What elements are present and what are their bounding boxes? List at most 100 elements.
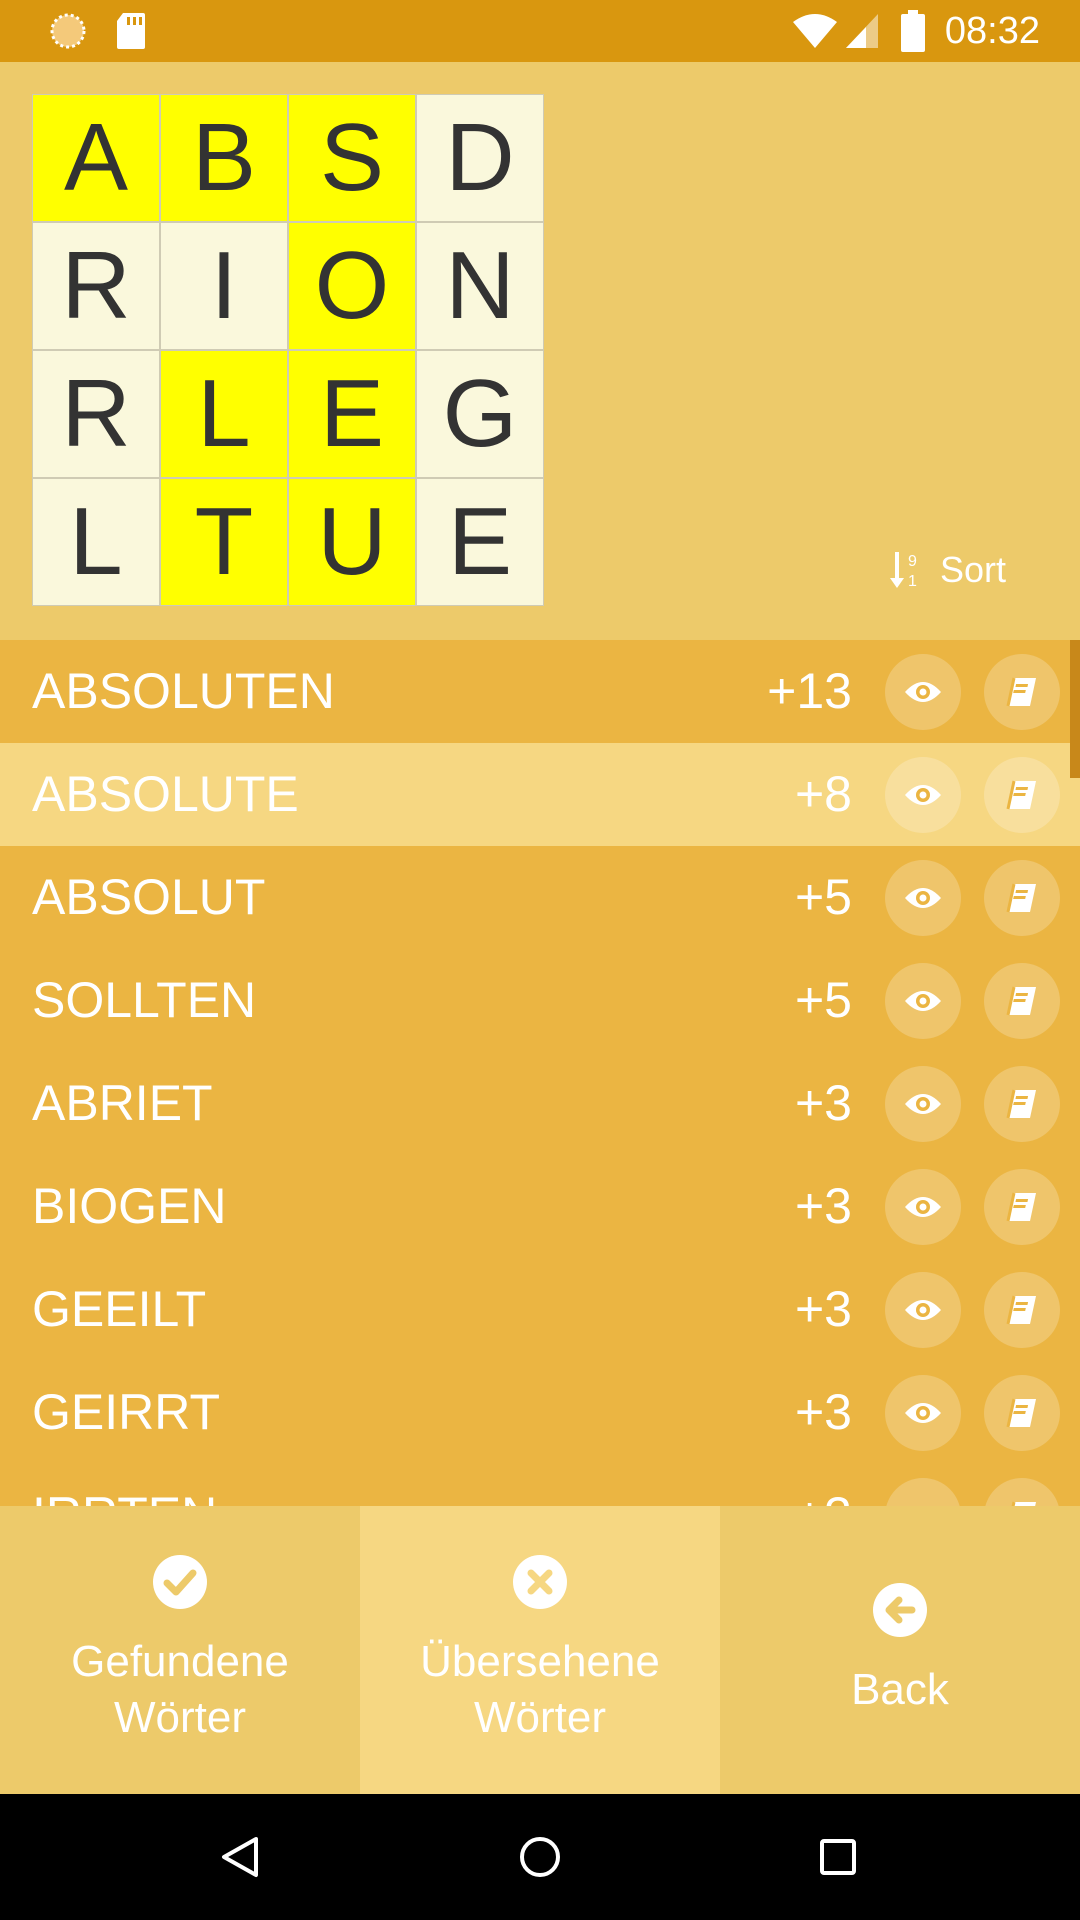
dictionary-button[interactable] <box>984 1272 1060 1348</box>
book-icon <box>1005 1293 1039 1327</box>
word-text: BIOGEN <box>32 1178 227 1234</box>
board-area: ABSDRIONRLEGLTUE 9 1 Sort <box>0 62 1080 640</box>
show-path-button[interactable] <box>885 1169 961 1245</box>
svg-text:1: 1 <box>908 573 917 590</box>
dictionary-button[interactable] <box>984 654 1060 730</box>
word-score: +3 <box>795 1464 852 1506</box>
eye-icon <box>903 1399 943 1427</box>
book-icon <box>1005 675 1039 709</box>
grid-cell: R <box>32 222 160 350</box>
word-text: GEIRRT <box>32 1384 220 1440</box>
word-text: SOLLTEN <box>32 972 257 1028</box>
signal-icon <box>842 0 882 62</box>
tab-found-label: Gefundene Wörter <box>71 1637 289 1742</box>
word-text: ABSOLUTEN <box>32 663 335 719</box>
square-recents-icon <box>820 1839 856 1875</box>
grid-cell: G <box>416 350 544 478</box>
show-path-button[interactable] <box>885 1272 961 1348</box>
dictionary-button[interactable] <box>984 963 1060 1039</box>
word-row[interactable]: IRRTEN +3 <box>0 1464 1080 1506</box>
circle-home-icon <box>520 1837 560 1877</box>
book-icon <box>1005 881 1039 915</box>
eye-icon <box>903 1296 943 1324</box>
grid-cell: E <box>416 478 544 606</box>
word-row[interactable]: ABSOLUTE +8 <box>0 743 1080 846</box>
nav-back-button[interactable] <box>180 1794 300 1920</box>
word-row[interactable]: BIOGEN +3 <box>0 1155 1080 1258</box>
show-path-button[interactable] <box>885 1375 961 1451</box>
word-text: IRRTEN <box>32 1464 217 1506</box>
tab-back[interactable]: Back <box>720 1506 1080 1794</box>
book-icon <box>1005 778 1039 812</box>
word-row[interactable]: ABSOLUT +5 <box>0 846 1080 949</box>
grid-cell: S <box>288 94 416 222</box>
arrow-left-circle-icon <box>872 1582 928 1652</box>
word-text: ABSOLUT <box>32 869 266 925</box>
word-score: +8 <box>794 766 852 822</box>
tab-found-words[interactable]: Gefundene Wörter <box>0 1506 360 1794</box>
word-list[interactable]: ABSOLUTEN +13 ABSOLUTE +8 ABSOLUT +5 SOLLTEN +5… <box>0 640 1080 1506</box>
eye-icon <box>903 781 943 809</box>
word-text: ABRIET <box>32 1075 213 1131</box>
book-icon <box>1005 1396 1039 1430</box>
grid-cell: E <box>288 350 416 478</box>
tab-back-label: Back <box>851 1665 949 1714</box>
navigation-bar <box>0 1794 1080 1920</box>
grid-cell: B <box>160 94 288 222</box>
grid-cell: R <box>32 350 160 478</box>
grid-cell: L <box>32 478 160 606</box>
word-score: +5 <box>794 869 852 925</box>
sort-numeric-icon: 9 1 <box>890 552 917 590</box>
word-score: +3 <box>794 1075 852 1131</box>
tab-missed-words[interactable]: Übersehene Wörter <box>360 1506 720 1794</box>
word-score: +3 <box>794 1384 852 1440</box>
list-scrollbar[interactable] <box>1070 640 1080 778</box>
dictionary-button[interactable] <box>984 860 1060 936</box>
word-row[interactable]: GEEILT +3 <box>0 1258 1080 1361</box>
book-icon <box>1005 984 1039 1018</box>
book-icon <box>1005 1499 1039 1506</box>
svg-text:9: 9 <box>908 553 917 570</box>
triangle-back-icon <box>222 1837 258 1877</box>
dictionary-button[interactable] <box>984 757 1060 833</box>
word-row[interactable]: GEIRRT +3 <box>0 1361 1080 1464</box>
show-path-button[interactable] <box>885 860 961 936</box>
eye-icon <box>903 1193 943 1221</box>
book-icon <box>1005 1190 1039 1224</box>
nav-home-button[interactable] <box>480 1794 600 1920</box>
eye-icon <box>903 678 943 706</box>
word-score: +13 <box>767 663 852 719</box>
word-text: GEEILT <box>32 1281 207 1337</box>
word-score: +3 <box>794 1281 852 1337</box>
loading-icon <box>48 0 88 62</box>
show-path-button[interactable] <box>885 757 961 833</box>
word-row[interactable]: ABSOLUTEN +13 <box>0 640 1080 743</box>
word-score: +5 <box>794 972 852 1028</box>
grid-cell: L <box>160 350 288 478</box>
dictionary-button[interactable] <box>984 1169 1060 1245</box>
bottom-tabs: Gefundene Wörter Übersehene Wörter Back <box>0 1506 1080 1794</box>
sort-button[interactable]: 9 1 Sort <box>890 542 1006 598</box>
show-path-button[interactable] <box>885 1066 961 1142</box>
dictionary-button[interactable] <box>984 1066 1060 1142</box>
eye-icon <box>903 1090 943 1118</box>
word-row[interactable]: ABRIET +3 <box>0 1052 1080 1155</box>
word-row[interactable]: SOLLTEN +5 <box>0 949 1080 1052</box>
grid-cell: O <box>288 222 416 350</box>
eye-icon <box>903 884 943 912</box>
status-time: 08:32 <box>944 10 1040 52</box>
dictionary-button[interactable] <box>984 1375 1060 1451</box>
dictionary-button[interactable] <box>984 1478 1060 1506</box>
status-bar: 08:32 <box>0 0 1080 62</box>
tab-missed-label: Übersehene Wörter <box>420 1637 660 1742</box>
book-icon <box>1005 1087 1039 1121</box>
word-text: ABSOLUTE <box>32 766 299 822</box>
grid-cell: A <box>32 94 160 222</box>
show-path-button[interactable] <box>885 1478 961 1506</box>
eye-icon <box>903 987 943 1015</box>
grid-cell: U <box>288 478 416 606</box>
x-circle-icon <box>512 1554 568 1624</box>
nav-recents-button[interactable] <box>778 1794 898 1920</box>
show-path-button[interactable] <box>885 963 961 1039</box>
show-path-button[interactable] <box>885 654 961 730</box>
